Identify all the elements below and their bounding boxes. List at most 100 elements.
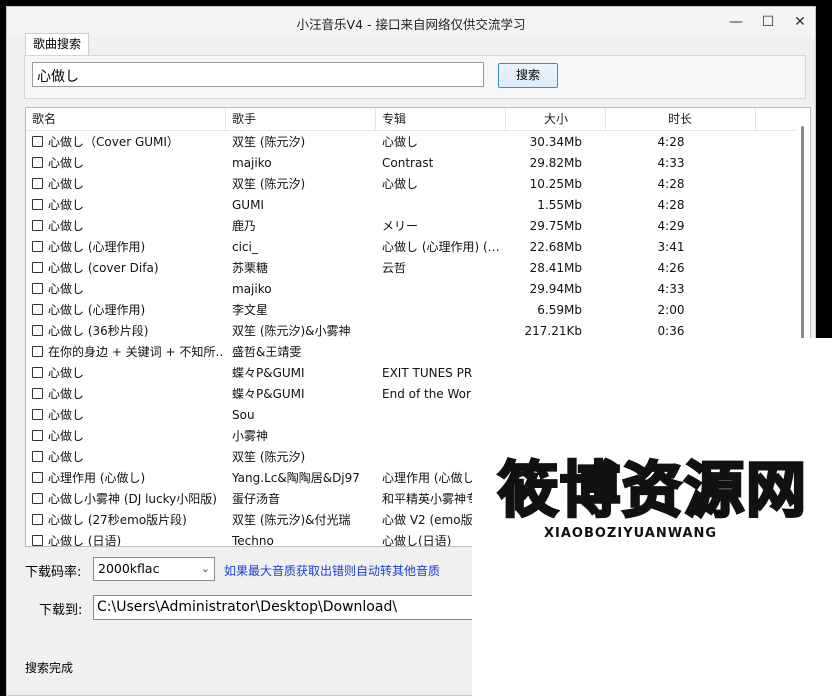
title-bar[interactable]: 小汪音乐V4 - 接口来自网络仅供交流学习 — ☐ ✕ <box>7 7 815 37</box>
row-checkbox[interactable] <box>32 472 43 483</box>
cell-artist: majiko <box>232 282 272 296</box>
cell-artist: 双笙 (陈元汐)&小雾神 <box>232 324 351 338</box>
cell-duration: 2:00 <box>657 303 685 317</box>
cell-name: 心做し (27秒emo版片段) <box>48 513 187 527</box>
column-header-artist[interactable]: 歌手 <box>226 108 376 130</box>
cell-size: 1.55Mb <box>537 198 582 212</box>
cell-name: 心做し <box>48 198 85 212</box>
search-input[interactable]: 心做し <box>32 62 484 87</box>
cell-duration: 4:28 <box>657 198 685 212</box>
row-checkbox[interactable] <box>32 430 43 441</box>
table-row[interactable]: 心做し majiko Contrast 29.82Mb 4:33 <box>26 153 796 174</box>
row-checkbox[interactable] <box>32 283 43 294</box>
close-icon[interactable]: ✕ <box>785 7 815 37</box>
cell-artist: 蝶々P&GUMI <box>232 387 305 401</box>
tab-song-search[interactable]: 歌曲搜索 <box>25 33 89 55</box>
row-checkbox[interactable] <box>32 157 43 168</box>
cell-name: 心做し <box>48 177 85 191</box>
cell-artist: 苏栗糖 <box>232 261 269 275</box>
cell-artist: Yang.Lc&陶陶居&Dj97 <box>232 471 360 485</box>
status-text: 搜索完成 <box>25 661 74 675</box>
cell-size: 28.41Mb <box>529 261 582 275</box>
cell-album: 心做し (心理作用) (… <box>382 240 500 254</box>
cell-album <box>382 195 504 216</box>
row-checkbox[interactable] <box>32 493 43 504</box>
row-checkbox[interactable] <box>32 304 43 315</box>
cell-size: 10.25Mb <box>529 177 582 191</box>
column-header-name[interactable]: 歌名 <box>26 108 226 130</box>
bitrate-select[interactable]: 2000kflac ⌄ <box>93 557 215 581</box>
cell-artist: 蛋仔汤音 <box>232 492 281 506</box>
cell-album: メリー <box>382 219 419 233</box>
cell-album <box>382 279 504 300</box>
column-header-size[interactable]: 大小 <box>506 108 606 130</box>
table-row[interactable]: 心做し GUMI 1.55Mb 4:28 <box>26 195 796 216</box>
cell-name: 心做し <box>48 429 85 443</box>
chevron-down-icon[interactable]: ⌄ <box>201 558 210 580</box>
cell-artist: Techno <box>232 534 274 547</box>
cell-name: 在你的身边 + 关键词 + 不知所… <box>48 345 224 359</box>
cell-artist: 小雾神 <box>232 429 269 443</box>
row-checkbox[interactable] <box>32 409 43 420</box>
cell-size: 22.68Mb <box>529 240 582 254</box>
cell-duration: 3:41 <box>657 240 685 254</box>
cell-name: 心做し (cover Difa) <box>48 261 159 275</box>
cell-artist: 双笙 (陈元汐) <box>232 177 306 191</box>
cell-name: 心做し (心理作用) <box>48 240 146 254</box>
maximize-icon[interactable]: ☐ <box>753 7 783 37</box>
row-checkbox[interactable] <box>32 346 43 357</box>
table-row[interactable]: 心做し (cover Difa) 苏栗糖 云哲 28.41Mb 4:26 <box>26 258 796 279</box>
cell-album: 心做し <box>382 177 419 191</box>
watermark-logo: 筱博资源网 <box>497 455 808 528</box>
table-row[interactable]: 心做し 鹿乃 メリー 29.75Mb 4:29 <box>26 216 796 237</box>
cell-artist: 双笙 (陈元汐) <box>232 135 306 149</box>
watermark-subtitle: XIAOBOZIYUANWANG <box>544 526 718 541</box>
quality-fallback-hint[interactable]: 如果最大音质获取出错则自动转其他音质 <box>224 562 440 579</box>
search-button[interactable]: 搜索 <box>498 63 558 88</box>
scrollbar-thumb[interactable] <box>801 126 804 366</box>
table-row[interactable]: 心做し 双笙 (陈元汐) 心做し 10.25Mb 4:28 <box>26 174 796 195</box>
cell-artist: Sou <box>232 408 255 422</box>
cell-name: 心做し（Cover GUMI） <box>48 135 179 149</box>
cell-name: 心做し (36秒片段) <box>48 324 149 338</box>
cell-duration: 4:28 <box>657 135 685 149</box>
cell-artist: cici_ <box>232 240 258 254</box>
cell-artist: 双笙 (陈元汐) <box>232 450 306 464</box>
table-row[interactable]: 心做し（Cover GUMI） 双笙 (陈元汐) 心做し 30.34Mb 4:28 <box>26 132 796 153</box>
download-path-input[interactable]: C:\Users\Administrator\Desktop\Download\ <box>93 595 473 620</box>
column-header-duration[interactable]: 时长 <box>606 108 756 130</box>
minimize-icon[interactable]: — <box>721 7 751 37</box>
row-checkbox[interactable] <box>32 367 43 378</box>
row-checkbox[interactable] <box>32 325 43 336</box>
cell-album: 云哲 <box>382 261 407 275</box>
row-checkbox[interactable] <box>32 262 43 273</box>
row-checkbox[interactable] <box>32 388 43 399</box>
row-checkbox[interactable] <box>32 451 43 462</box>
table-row[interactable]: 心做し (心理作用) cici_ 心做し (心理作用) (… 22.68Mb 3:41 <box>26 237 796 258</box>
cell-name: 心做し (日语) <box>48 534 122 547</box>
cell-duration: 4:33 <box>657 156 685 170</box>
row-checkbox[interactable] <box>32 136 43 147</box>
cell-album: 心做し <box>382 135 419 149</box>
cell-name: 心做し <box>48 387 85 401</box>
cell-artist: 鹿乃 <box>232 219 257 233</box>
column-header-album[interactable]: 专辑 <box>376 108 506 130</box>
cell-name: 心做し <box>48 408 85 422</box>
cell-name: 心做し <box>48 450 85 464</box>
row-checkbox[interactable] <box>32 241 43 252</box>
row-checkbox[interactable] <box>32 220 43 231</box>
row-checkbox[interactable] <box>32 199 43 210</box>
cell-name: 心做し <box>48 366 85 380</box>
cell-size: 30.34Mb <box>529 135 582 149</box>
table-row[interactable]: 心做し (心理作用) 李文星 6.59Mb 2:00 <box>26 300 796 321</box>
list-header: 歌名 歌手 专辑 大小 时长 <box>26 108 810 131</box>
cell-name: 心做し <box>48 156 85 170</box>
row-checkbox[interactable] <box>32 535 43 546</box>
bitrate-value: 2000kflac <box>98 561 160 576</box>
cell-name: 心做し (心理作用) <box>48 303 146 317</box>
table-row[interactable]: 心做し majiko 29.94Mb 4:33 <box>26 279 796 300</box>
cell-size: 6.59Mb <box>537 303 582 317</box>
cell-size: 29.75Mb <box>529 219 582 233</box>
row-checkbox[interactable] <box>32 178 43 189</box>
row-checkbox[interactable] <box>32 514 43 525</box>
